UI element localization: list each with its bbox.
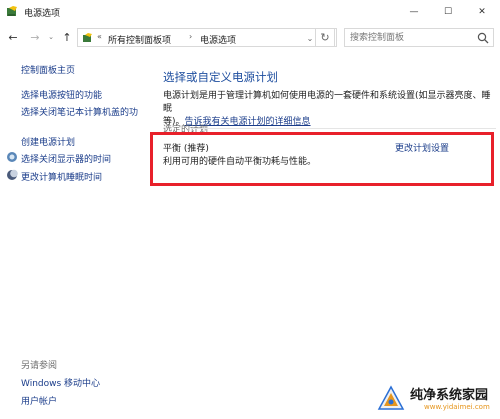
back-button[interactable]: ← [6,30,20,44]
watermark-logo-icon [377,385,405,410]
power-options-icon [7,6,17,16]
up-button[interactable]: ↑ [60,30,74,44]
close-button[interactable]: ✕ [466,0,498,24]
user-accounts-link[interactable]: 用户帐户 [21,394,57,407]
left-navigation-pane: 控制面板主页 选择电源按钮的功能 选择关闭笔记本计算机盖的功 创建电源计划 选择… [0,52,150,419]
breadcrumb-power-options[interactable]: 电源选项 [200,33,236,46]
change-plan-settings-link[interactable]: 更改计划设置 [395,141,449,154]
search-box[interactable] [344,28,494,47]
up-arrow-icon: ↑ [62,30,72,44]
recent-locations-button[interactable]: ⌄ [44,30,58,44]
forward-button[interactable]: → [28,30,42,44]
sidebar-item-power-button[interactable]: 选择电源按钮的功能 [21,88,102,101]
search-input[interactable] [350,31,470,45]
sidebar-item-lid-close[interactable]: 选择关闭笔记本计算机盖的功 [21,105,138,118]
refresh-icon: ↻ [320,31,330,44]
description-text: 电源计划是用于管理计算机如何使用电源的一套硬件和系统设置(如显示器亮度、睡眠 [163,91,491,114]
plan-balanced-description: 利用可用的硬件自动平衡功耗与性能。 [163,157,317,167]
page-description: 电源计划是用于管理计算机如何使用电源的一套硬件和系统设置(如显示器亮度、睡眠 等… [163,90,493,129]
sidebar-item-create-plan[interactable]: 创建电源计划 [21,135,75,148]
sidebar-item-display-off-time[interactable]: 选择关闭显示器的时间 [21,152,111,165]
watermark-text: 纯净系统家园 [410,388,489,403]
power-options-icon [83,33,92,42]
windows-mobility-center-link[interactable]: Windows 移动中心 [21,376,100,389]
plan-balanced-name[interactable]: 平衡 (推荐) [163,141,209,154]
navigation-bar: ← → ⌄ ↑ « 所有控制面板项 › 电源选项 ⌄ ↻ [0,24,500,52]
maximize-button[interactable]: ☐ [432,0,464,24]
moon-sleep-icon [7,169,18,180]
chevron-down-icon: ⌄ [306,33,314,43]
breadcrumb-separator[interactable]: › [189,32,192,41]
breadcrumb-all-control-panel-items[interactable]: 所有控制面板项 [108,33,171,46]
maximize-icon: ☐ [443,7,453,17]
main-content: 选择或自定义电源计划 电源计划是用于管理计算机如何使用电源的一套硬件和系统设置(… [150,52,498,419]
forward-arrow-icon: → [30,30,40,44]
breadcrumb-overflow[interactable]: « [97,32,102,41]
display-power-icon [7,152,17,162]
section-divider [192,128,496,129]
minimize-icon: — [409,7,419,17]
watermark-url: www.yidaimei.com [424,403,490,411]
search-icon[interactable] [477,32,489,44]
control-panel-home-link[interactable]: 控制面板主页 [21,63,75,76]
see-also-heading: 另请参阅 [21,361,58,371]
chevron-down-icon: ⌄ [48,33,54,41]
minimize-button[interactable]: — [398,0,430,24]
title-bar: 电源选项 — ☐ ✕ [0,0,500,24]
address-bar[interactable]: « 所有控制面板项 › 电源选项 ⌄ [77,28,337,47]
back-arrow-icon: ← [8,30,18,44]
refresh-button[interactable]: ↻ [315,28,335,47]
window-title: 电源选项 [24,9,61,19]
page-title: 选择或自定义电源计划 [163,70,278,84]
sidebar-item-sleep-time[interactable]: 更改计算机睡眠时间 [21,170,102,183]
site-watermark: 纯净系统家园 www.yidaimei.com [376,382,496,416]
close-icon: ✕ [478,7,486,17]
